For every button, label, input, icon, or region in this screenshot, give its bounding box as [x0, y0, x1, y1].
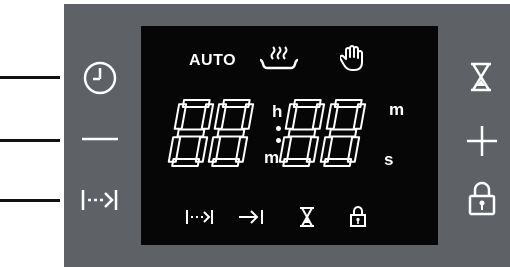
digit-1 — [167, 99, 215, 167]
digit-3 — [278, 99, 326, 167]
unit-minutes-label-right: m — [389, 100, 405, 119]
digit-2 — [207, 99, 255, 167]
unit-hours-label: h — [272, 102, 283, 121]
end-time-icon — [237, 208, 265, 226]
colon-separator — [276, 126, 281, 146]
time-digits — [167, 99, 367, 167]
unit-seconds-label: s — [384, 150, 394, 169]
timer-indicator-icon — [298, 206, 316, 228]
cooking-time-indicator-icon — [185, 208, 215, 226]
lock-indicator-icon — [349, 204, 367, 228]
unit-minutes-label-left: m — [264, 148, 280, 167]
digit-4 — [319, 99, 367, 167]
